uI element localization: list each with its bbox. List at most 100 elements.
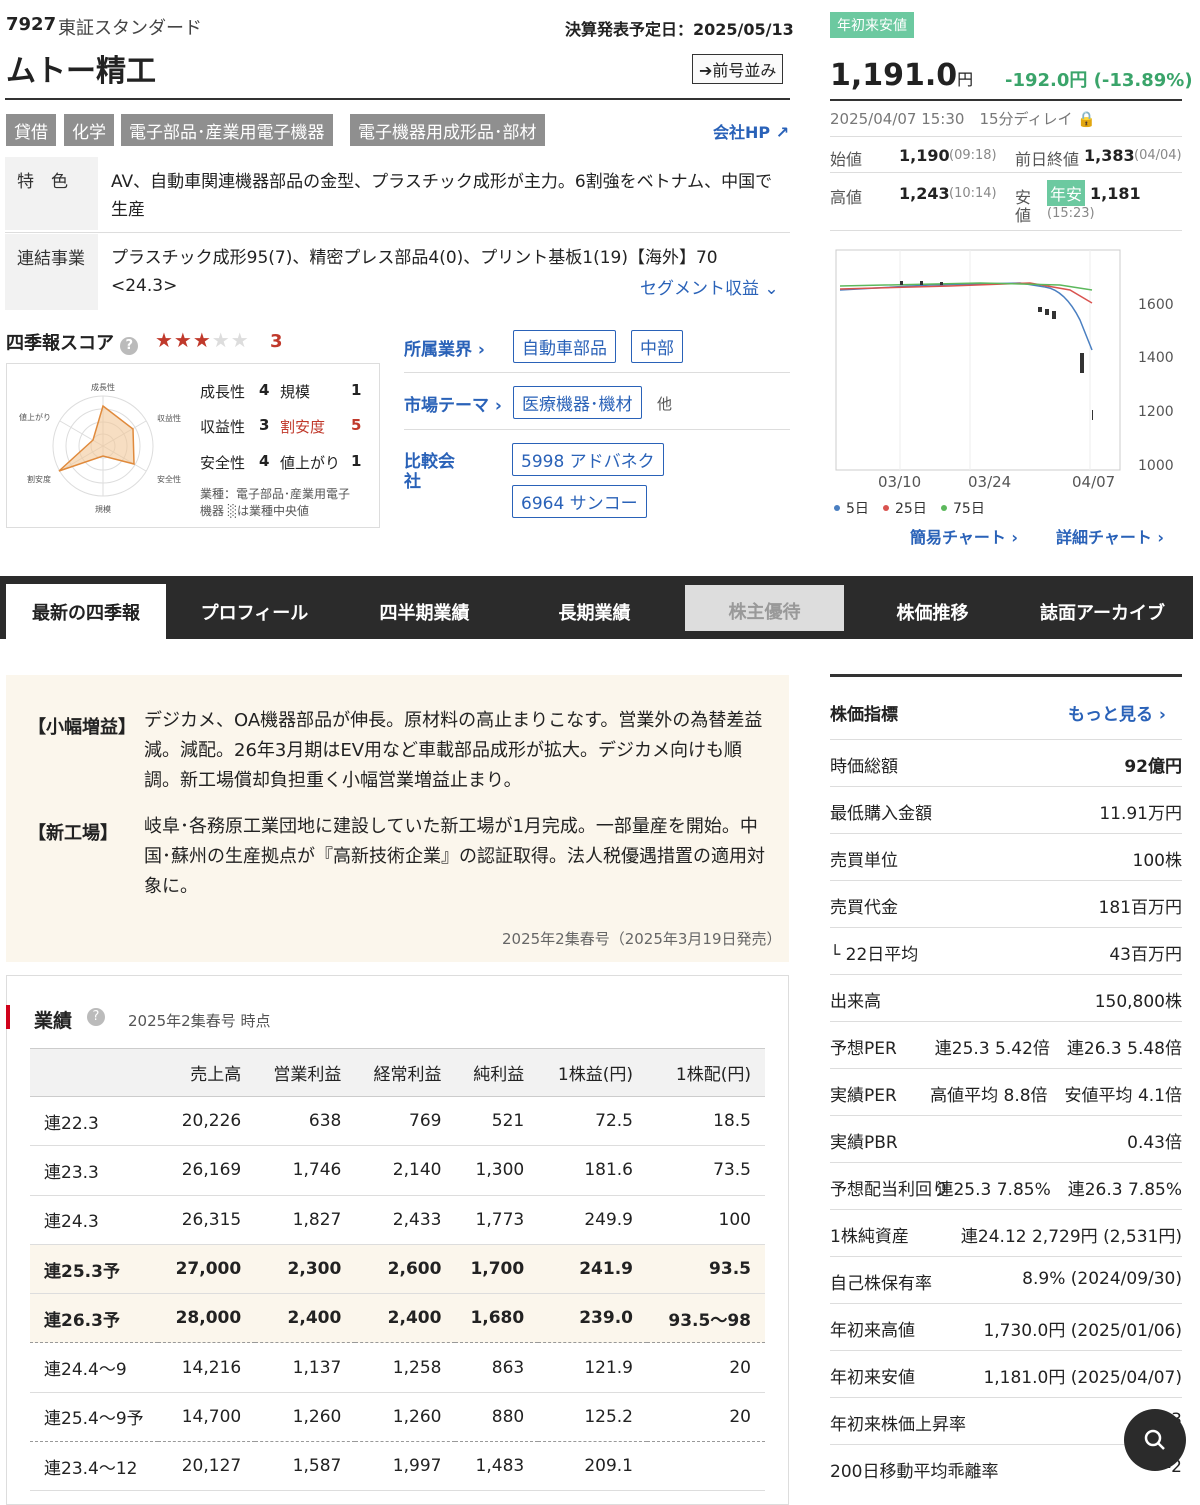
score-item-label: 規模 [280,383,311,401]
price-change: -192.0円 (-13.89%) [1005,70,1193,91]
table-cell: 27,000 [158,1244,256,1295]
gyokai-tag[interactable]: 自動車部品 [513,330,616,363]
detail-chart-link[interactable]: 詳細チャート › [1056,528,1164,547]
industry-tag[interactable]: 貸借 [6,114,56,146]
score-item-label: 収益性 [200,418,246,436]
radar-label: 成長性 [91,382,115,392]
hikaku-label[interactable]: 社 [404,467,421,492]
header-divider [5,98,790,100]
comment-title: 【新工場】 [28,823,118,844]
table-cell: 2,400 [355,1293,456,1344]
indicator-row: 最低購入金額 11.91万円 [830,786,1182,833]
table-cell: 121.9 [538,1342,647,1393]
tab-price-history[interactable]: 株価推移 [850,584,1015,639]
indicator-label: 売買代金 [830,898,898,918]
indicator-row: 予想PER 連25.3 5.42倍 連26.3 5.48倍 [830,1021,1182,1068]
indicator-row: 年初来安値 1,181.0円 (2025/04/07) [830,1350,1182,1397]
indicator-row: 出来高 150,800株 [830,974,1182,1021]
col-header: 1株益(円) [538,1048,647,1097]
tab-quarterly[interactable]: 四半期業績 [342,584,507,639]
hikaku-tag[interactable]: 6964 サンコー [512,485,647,518]
company-hp-link[interactable]: 会社HP ↗ [713,119,789,143]
tab-profile[interactable]: プロフィール [172,584,337,639]
score-note: 業種：電子部品･産業用電子 [200,487,351,501]
table-cell: 連22.3 [30,1096,158,1147]
table-cell: 1,700 [455,1244,539,1295]
indicator-label: 年初来高値 [830,1321,915,1341]
indicator-row: └ 22日平均 43百万円 [830,927,1182,974]
legend-marker [834,505,840,511]
score-item-value: 4 [259,452,270,470]
indicator-row: 予想配当利回り 連25.3 7.85% 連26.3 7.85% [830,1162,1182,1209]
tab-yutai[interactable]: 株主優待 [685,585,844,631]
table-row: 連22.3 20,226 638 769 521 72.5 18.5 [30,1096,765,1147]
table-cell: 連23.4〜12 [30,1441,158,1492]
divider [830,136,1182,137]
market-name: 東証スタンダード [58,18,202,39]
table-cell: 連24.4〜9 [30,1342,158,1393]
tokushoku-text: AV、自動車関連機器部品の金型、プラスチック成形が主力。6割強をベトナム、中国で… [111,172,773,220]
open-value: 1,190 [899,146,950,165]
table-cell: 1,260 [355,1392,456,1443]
comment-title: 【小幅増益】 [28,717,136,738]
table-row: 連25.3予 27,000 2,300 2,600 1,700 241.9 93.5 [30,1244,765,1295]
table-cell: 1,258 [355,1342,456,1393]
table-cell: 521 [455,1096,539,1147]
table-cell: 249.9 [538,1195,647,1245]
divider [404,429,790,430]
theme-label[interactable]: 市場テーマ › [404,391,502,416]
table-cell: 連26.3予 [30,1293,158,1344]
mae-button[interactable]: ➔前号並み [692,54,784,84]
table-cell: 26,169 [158,1145,256,1196]
table-cell: 1,137 [255,1342,356,1393]
table-cell: 1,773 [455,1195,539,1245]
table-cell: 1,587 [255,1441,356,1492]
legend-label: 5日 [846,501,869,517]
indicator-label: 時価総額 [830,757,898,777]
legend-marker [883,505,889,511]
industry-tag[interactable]: 電子部品･産業用電子機器 [121,114,333,146]
theme-tag[interactable]: 医療機器･機材 [513,386,642,419]
indicator-label: 予想配当利回り [830,1180,949,1200]
prev-label: 前日終値 [1015,150,1080,169]
stock-code: 7927 [6,14,57,35]
industry-tag[interactable]: 電子機器用成形品･部材 [350,114,545,146]
comment-text: 岐阜･各務原工業団地に建設していた新工場が1月完成。一部量産を開始。中国･蘇州の… [144,816,765,897]
table-cell: 1,483 [455,1441,539,1492]
x-tick: 03/10 [878,473,921,491]
table-cell: 1,997 [355,1441,456,1492]
score-item-value: 1 [351,381,362,399]
low-time: (15:23) [1047,206,1095,221]
y-tick: 1200 [1138,404,1174,420]
divider [5,232,790,233]
indicator-value: 1,730.0円 (2025/01/06) [983,1321,1182,1341]
y-tick: 1400 [1138,350,1174,366]
hikaku-tag[interactable]: 5998 アドバネク [512,443,664,476]
comment-text: デジカメ、OA機器部品が伸長。原材料の高止まりこなす。営業外の為替差益減。減配。… [144,710,763,791]
gyokai-tag[interactable]: 中部 [631,330,683,363]
indicator-row: 年初来高値 1,730.0円 (2025/01/06) [830,1303,1182,1350]
gyokai-label[interactable]: 所属業界 › [404,335,485,360]
price-chart[interactable]: 03/10 03/24 04/07 1600 1400 1200 1000 5日… [830,245,1182,555]
help-icon[interactable]: ? [87,1008,105,1026]
simple-chart-link[interactable]: 簡易チャート › [909,528,1018,547]
table-cell: 2,400 [255,1293,356,1344]
col-header: 売上高 [158,1048,256,1097]
segment-link[interactable]: セグメント収益 ⌄ [640,274,779,299]
score-item-label: 割安度 [280,418,326,436]
indicator-label: 出来高 [830,992,881,1012]
tab-latest[interactable]: 最新の四季報 [6,584,166,639]
industry-tag[interactable]: 化学 [64,114,114,146]
indicator-label: 予想PER [830,1039,897,1059]
table-cell: 連24.3 [30,1195,158,1245]
more-link[interactable]: もっと見る › [1068,700,1166,725]
table-cell: 18.5 [647,1096,765,1147]
tab-archive[interactable]: 誌面アーカイブ [1020,584,1185,639]
table-row: 連23.4〜12 20,127 1,587 1,997 1,483 209.1 [30,1441,765,1492]
ytd-low-badge: 年初来安値 [830,12,914,38]
x-tick: 04/07 [1072,473,1115,491]
help-icon[interactable]: ? [120,337,139,355]
high-time: (10:14) [949,186,997,201]
tab-longterm[interactable]: 長期業績 [512,584,677,639]
search-button[interactable] [1124,1409,1186,1471]
